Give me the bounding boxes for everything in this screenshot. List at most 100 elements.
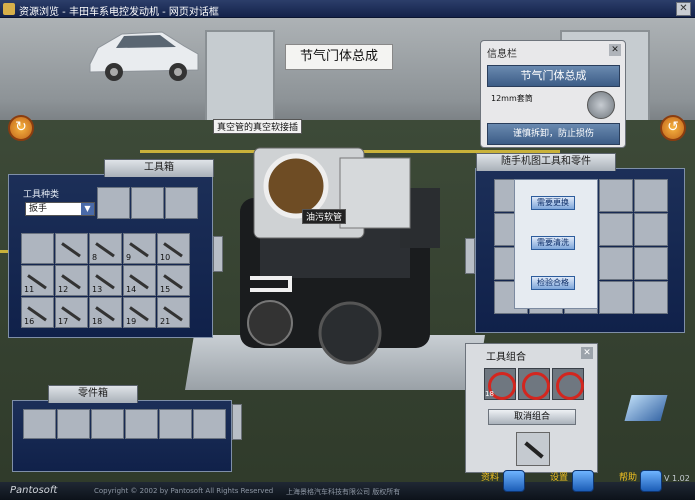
need-replace-button[interactable]: 需要更换	[531, 196, 575, 210]
hand-panel: 随手机图工具和零件 需要更换 需要清洗 检验合格	[475, 153, 685, 333]
copyright-text: Copyright © 2002 by Pantosoft All Rights…	[94, 487, 274, 495]
materials-icon[interactable]	[503, 470, 525, 492]
wrench-icon	[95, 242, 115, 258]
parts-slot[interactable]	[57, 409, 90, 439]
toolbox-collapse-tab[interactable]	[213, 236, 223, 272]
toolbox-slot[interactable]	[55, 233, 88, 264]
toolbox-slot[interactable]: 15	[157, 265, 190, 296]
display-stand-icon	[624, 395, 668, 421]
toolbox-slot[interactable]: 14	[123, 265, 156, 296]
slot-number: 21	[160, 317, 171, 326]
tool-combo-close-button[interactable]: ✕	[581, 347, 593, 359]
wrench-icon	[129, 242, 149, 258]
version-text: V 1.02	[664, 474, 690, 483]
hand-slot[interactable]	[599, 179, 633, 212]
tool-combo-panel: 工具组合 ✕ 18 取消组合	[465, 343, 598, 473]
hand-slot[interactable]	[634, 281, 668, 314]
assembly-title: 节气门体总成	[285, 44, 393, 70]
part-name-label: 节气门体总成	[487, 65, 620, 87]
tool-spec-text: 12mm套筒	[491, 94, 533, 103]
toolbox-slot[interactable]: 11	[21, 265, 54, 296]
tool-type-select[interactable]: 扳手 ▼	[25, 202, 95, 216]
window-close-button[interactable]: ✕	[676, 2, 691, 16]
toolbox-slot[interactable]	[131, 187, 164, 219]
hand-slot[interactable]	[599, 213, 633, 246]
hand-panel-title: 随手机图工具和零件	[476, 153, 616, 171]
toolbox-slot[interactable]: 13	[89, 265, 122, 296]
slot-number: 9	[126, 253, 132, 262]
wrench-icon	[61, 242, 81, 258]
parts-slot[interactable]	[159, 409, 192, 439]
brand-logo: Pantosoft	[10, 485, 58, 496]
help-button[interactable]: 帮助	[619, 470, 637, 483]
toolbox-slot[interactable]	[21, 233, 54, 264]
slot-number: 15	[160, 285, 171, 294]
hand-panel-collapse-tab[interactable]	[465, 238, 475, 274]
tool-type-label: 工具种类	[23, 190, 60, 200]
hand-slot[interactable]	[634, 213, 668, 246]
toolbox-slot[interactable]: 12	[55, 265, 88, 296]
parts-slot[interactable]	[91, 409, 124, 439]
slot-number: 14	[126, 285, 137, 294]
parts-box-panel: 零件箱	[12, 385, 232, 472]
slot-number: 8	[92, 253, 98, 262]
app-window: 资源浏览 - 丰田车系电控发动机 - 网页对话框 ✕ 节气门体总成 信息栏 ✕ …	[0, 0, 695, 500]
window-title: 资源浏览 - 丰田车系电控发动机 - 网页对话框	[19, 7, 219, 18]
warning-label: 谨慎拆卸，防止损伤	[487, 123, 620, 145]
refresh-icon[interactable]: ↻	[8, 115, 34, 141]
parts-slot[interactable]	[125, 409, 158, 439]
cancel-combo-button[interactable]: 取消组合	[488, 409, 576, 425]
settings-button[interactable]: 设置	[550, 470, 568, 483]
info-panel-close-button[interactable]: ✕	[609, 44, 621, 56]
slot-number: 12	[58, 285, 69, 294]
slot-number: 19	[126, 317, 137, 326]
slot-number: 13	[92, 285, 103, 294]
parts-box-title: 零件箱	[48, 385, 138, 403]
info-panel-title: 信息栏	[487, 49, 517, 60]
parts-slot[interactable]	[23, 409, 56, 439]
tool-type-value: 扳手	[29, 204, 48, 214]
combined-tool-slot[interactable]	[516, 432, 550, 466]
wrench-icon	[524, 441, 544, 459]
need-clean-button[interactable]: 需要清洗	[531, 236, 575, 250]
slot-number: 17	[58, 317, 69, 326]
hand-slot[interactable]	[634, 179, 668, 212]
toolbox-slot[interactable]: 16	[21, 297, 54, 328]
help-icon[interactable]	[640, 470, 662, 492]
hand-slot[interactable]	[599, 247, 633, 280]
car-image	[89, 31, 199, 81]
parts-box-collapse-tab[interactable]	[232, 404, 242, 440]
tool-combo-title: 工具组合	[486, 352, 526, 363]
forbidden-slot-icon[interactable]	[518, 368, 550, 400]
parts-slot[interactable]	[193, 409, 226, 439]
materials-button[interactable]: 资料	[481, 470, 499, 483]
toolbox-title: 工具箱	[104, 159, 214, 177]
slot-number: 18	[92, 317, 103, 326]
window-titlebar[interactable]: 资源浏览 - 丰田车系电控发动机 - 网页对话框 ✕	[0, 0, 695, 18]
info-panel: 信息栏 ✕ 节气门体总成 12mm套筒 谨慎拆卸，防止损伤	[480, 40, 626, 148]
slot-number: 11	[24, 285, 35, 294]
hand-slot[interactable]	[599, 281, 633, 314]
toolbox-slot[interactable]	[165, 187, 198, 219]
slot-number: 10	[160, 253, 171, 262]
toolbox-slot[interactable]: 10	[157, 233, 190, 264]
rotate-icon[interactable]: ↺	[660, 115, 686, 141]
workshop-door	[205, 30, 275, 130]
toolbox-slot[interactable]: 18	[89, 297, 122, 328]
engine-image[interactable]	[230, 128, 460, 373]
inspect-pass-button[interactable]: 检验合格	[531, 276, 575, 290]
toolbox-slot[interactable]: 8	[89, 233, 122, 264]
settings-icon[interactable]	[572, 470, 594, 492]
socket-tool-icon	[587, 91, 615, 119]
chevron-down-icon: ▼	[81, 203, 94, 215]
toolbox-slot[interactable]: 21	[157, 297, 190, 328]
app-icon	[3, 3, 15, 15]
forbidden-slot-icon[interactable]	[552, 368, 584, 400]
slot-number: 16	[24, 317, 35, 326]
toolbox-slot[interactable]: 17	[55, 297, 88, 328]
toolbox-slot[interactable]	[97, 187, 130, 219]
toolbox-slot[interactable]: 19	[123, 297, 156, 328]
hand-slot[interactable]	[634, 247, 668, 280]
toolbox-slot[interactable]: 9	[123, 233, 156, 264]
company-text: 上海景格汽车科技有限公司 版权所有	[286, 488, 401, 496]
